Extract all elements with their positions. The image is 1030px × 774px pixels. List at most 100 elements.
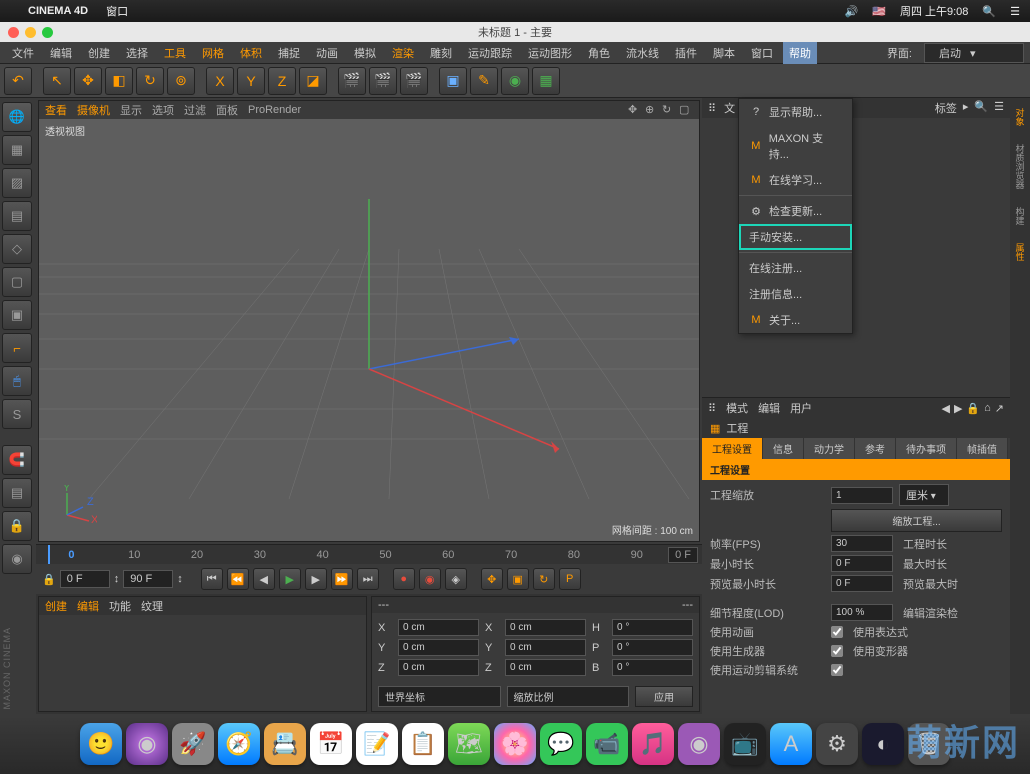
menu-create[interactable]: 创建	[82, 42, 116, 64]
macos-menu-window[interactable]: 窗口	[106, 3, 128, 19]
attr-menu-edit[interactable]: 编辑	[758, 400, 780, 416]
poly-mode-icon[interactable]: ▣	[2, 300, 32, 330]
edge-mode-icon[interactable]: ▢	[2, 267, 32, 297]
use-animation-checkbox[interactable]	[831, 626, 843, 638]
key-param-icon[interactable]: P	[559, 568, 581, 590]
vp-menu-camera[interactable]: 摄像机	[77, 102, 110, 118]
project-scale-field[interactable]	[831, 487, 893, 504]
spotlight-icon[interactable]: 🔍	[982, 5, 996, 18]
mat-menu-function[interactable]: 功能	[109, 598, 131, 614]
lod-field[interactable]	[831, 604, 893, 621]
dock-notes-icon[interactable]: 📝	[356, 723, 398, 765]
vtab-objects[interactable]: 对象	[1012, 102, 1029, 132]
obj-filter-icon[interactable]: ☰	[994, 100, 1004, 116]
spline-pen-icon[interactable]: ✎	[470, 67, 498, 95]
perspective-viewport[interactable]: 透视视图 网格间距 : 100 cm	[39, 119, 699, 541]
interface-dropdown[interactable]: 启动 ▾	[924, 43, 1024, 63]
rot-p-field[interactable]	[612, 639, 693, 656]
select-tool-icon[interactable]: ↖	[43, 67, 71, 95]
vp-menu-display[interactable]: 显示	[120, 102, 142, 118]
lock-start-icon[interactable]: 🔒	[42, 573, 56, 586]
menu-snap[interactable]: 捕捉	[272, 42, 306, 64]
dock-safari-icon[interactable]: 🧭	[218, 723, 260, 765]
menu-pipeline[interactable]: 流水线	[620, 42, 665, 64]
misc-tool-icon[interactable]: ◉	[2, 544, 32, 574]
macos-datetime[interactable]: 周四 上午9:08	[900, 3, 968, 19]
pos-z-field[interactable]	[398, 659, 479, 676]
vp-menu-filter[interactable]: 过滤	[184, 102, 206, 118]
timeline-playhead[interactable]	[48, 545, 50, 564]
tab-info[interactable]: 信息	[763, 438, 804, 459]
scale-project-button[interactable]: 缩放工程...	[831, 509, 1002, 532]
use-generators-checkbox[interactable]	[831, 645, 843, 657]
render-view-icon[interactable]: 🎬	[338, 67, 366, 95]
obj-tags-label[interactable]: 标签	[935, 100, 957, 116]
project-scale-unit-dropdown[interactable]: 厘米 ▾	[899, 484, 949, 506]
axis-x-icon[interactable]: X	[206, 67, 234, 95]
dock-appstore-icon[interactable]: A	[770, 723, 812, 765]
next-frame-icon[interactable]: ▶	[305, 568, 327, 590]
menu-plugins[interactable]: 插件	[669, 42, 703, 64]
dock-contacts-icon[interactable]: 📇	[264, 723, 306, 765]
dock-reminders-icon[interactable]: 📋	[402, 723, 444, 765]
dock-c4d-icon[interactable]: ◐	[862, 723, 904, 765]
rotate-tool-icon[interactable]: ↻	[136, 67, 164, 95]
menu-mograph[interactable]: 运动图形	[522, 42, 578, 64]
model-mode-icon[interactable]: 🌐	[2, 102, 32, 132]
spinner-icon[interactable]: ↕	[177, 573, 183, 585]
tab-dynamics[interactable]: 动力学	[804, 438, 855, 459]
help-register-info[interactable]: 注册信息...	[739, 281, 852, 307]
spinner-icon[interactable]: ↕	[114, 573, 120, 585]
coord-apply-button[interactable]: 应用	[635, 686, 693, 707]
tab-project-settings[interactable]: 工程设置	[702, 438, 763, 459]
vtab-attributes[interactable]: 属性	[1012, 237, 1029, 267]
menu-tools[interactable]: 工具	[158, 42, 192, 64]
menu-window[interactable]: 窗口	[745, 42, 779, 64]
fps-field[interactable]	[831, 535, 893, 552]
prev-frame-icon[interactable]: ◀	[253, 568, 275, 590]
coord-scale-dropdown[interactable]: 缩放比例	[507, 686, 630, 707]
mat-menu-edit[interactable]: 编辑	[77, 598, 99, 614]
timeline-ruler[interactable]: 0 10 20 30 40 50 60 70 80 90 0 F	[36, 544, 702, 564]
obj-grip-icon[interactable]: ⠿	[708, 102, 716, 115]
input-flag-icon[interactable]: 🇺🇸	[872, 5, 886, 18]
point-mode-icon[interactable]: ◇	[2, 234, 32, 264]
vp-max-icon[interactable]: ▢	[679, 103, 693, 117]
dock-maps-icon[interactable]: 🗺	[448, 723, 490, 765]
magnet-icon[interactable]: 🧲	[2, 445, 32, 475]
vtab-scene[interactable]: 构建	[1012, 201, 1029, 231]
help-manual-install[interactable]: 手动安装...	[739, 224, 852, 250]
goto-end-icon[interactable]: ⏭	[357, 568, 379, 590]
help-show-help[interactable]: ?显示帮助...	[739, 99, 852, 125]
size-z-field[interactable]	[505, 659, 586, 676]
workplane-icon[interactable]: ▤	[2, 201, 32, 231]
menu-edit[interactable]: 编辑	[44, 42, 78, 64]
menu-animate[interactable]: 动画	[310, 42, 344, 64]
snap-icon[interactable]: S	[2, 399, 32, 429]
keyframe-sel-icon[interactable]: ◈	[445, 568, 467, 590]
close-window-button[interactable]	[8, 27, 19, 38]
coord-system-icon[interactable]: ◪	[299, 67, 327, 95]
help-register-online[interactable]: 在线注册...	[739, 255, 852, 281]
key-rot-icon[interactable]: ↻	[533, 568, 555, 590]
end-frame-field[interactable]: 90 F	[123, 570, 173, 588]
dock-launchpad-icon[interactable]: 🚀	[172, 723, 214, 765]
dock-tv-icon[interactable]: 📺	[724, 723, 766, 765]
attr-new-icon[interactable]: ↗	[995, 402, 1004, 415]
dock-music-icon[interactable]: 🎵	[632, 723, 674, 765]
viewport-solo-icon[interactable]: 🖱	[2, 366, 32, 396]
scale-tool-icon[interactable]: ◧	[105, 67, 133, 95]
render-region-icon[interactable]: 🎬	[369, 67, 397, 95]
menu-list-icon[interactable]: ☰	[1010, 5, 1020, 18]
object-mode-icon[interactable]: ▦	[2, 135, 32, 165]
menu-mesh[interactable]: 网格	[196, 42, 230, 64]
texture-mode-icon[interactable]: ▨	[2, 168, 32, 198]
help-maxon-support[interactable]: MMAXON 支持...	[739, 125, 852, 167]
vp-rotate-icon[interactable]: ↻	[662, 103, 676, 117]
attr-lock-icon[interactable]: 🔒	[966, 402, 980, 415]
primitive-cube-icon[interactable]: ▣	[439, 67, 467, 95]
prev-key-icon[interactable]: ⏪	[227, 568, 249, 590]
menu-render[interactable]: 渲染	[386, 42, 420, 64]
size-y-field[interactable]	[505, 639, 586, 656]
key-scale-icon[interactable]: ▣	[507, 568, 529, 590]
